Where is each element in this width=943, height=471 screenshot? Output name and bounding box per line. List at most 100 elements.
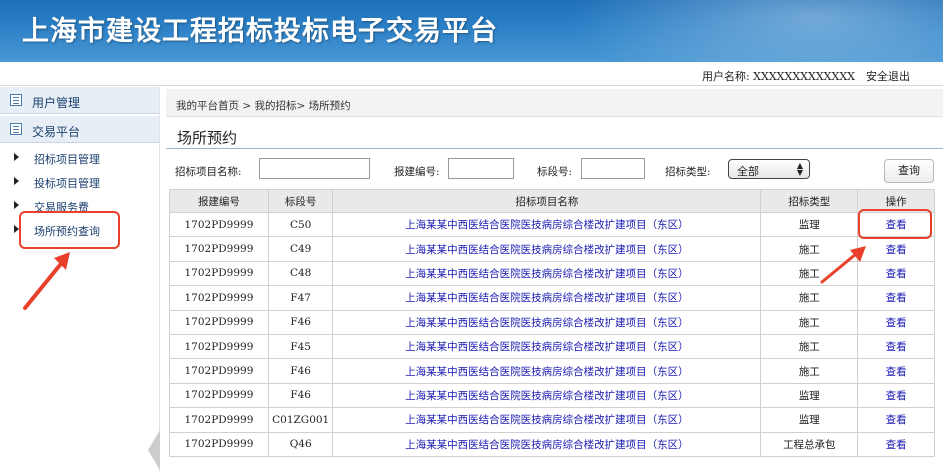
report-no-cell: 1702PD9999 xyxy=(169,358,269,384)
report-no-label: 报建编号: xyxy=(394,166,440,178)
view-link[interactable]: 查看 xyxy=(886,390,907,402)
section-no-cell: F46 xyxy=(267,382,334,409)
view-link[interactable]: 查看 xyxy=(886,366,907,378)
sidebar-section-trading-platform[interactable]: 交易平台 xyxy=(0,116,159,143)
filter-bar: 招标项目名称: 报建编号: 标段号: 招标类型: 全部 ▲ ▼ xyxy=(166,157,943,183)
booking-table: 报建编号 标段号 招标项目名称 招标类型 操作 1702PD9999 C50 上海某… xyxy=(169,189,935,457)
project-name-link[interactable]: 上海某某中西医结合医院医技病房综合楼改扩建项目（东区） xyxy=(332,358,762,384)
table-row: 1702PD9999 F46 上海某某中西医结合医院医技病房综合楼改扩建项目（东区）… xyxy=(169,358,935,384)
action-cell: 查看 xyxy=(857,431,935,457)
logout-link[interactable]: 安全退出 xyxy=(866,68,910,84)
section-no-cell: C50 xyxy=(267,211,334,238)
column-header: 招标项目名称 xyxy=(332,189,762,213)
table-row: 1702PD9999 F46 上海某某中西医结合医院医技病房综合楼改扩建项目（东区）… xyxy=(169,309,935,335)
bid-type-cell: 监理 xyxy=(760,407,859,433)
bid-type-cell: 工程总承包 xyxy=(760,431,859,457)
view-link[interactable]: 查看 xyxy=(886,414,907,426)
sidebar-section-user-management[interactable]: 用户管理 xyxy=(0,87,159,114)
page-title: 场所预约 xyxy=(177,129,238,147)
report-no-cell: 1702PD9999 xyxy=(169,211,269,238)
sidebar-item-tender-projects[interactable]: 招标项目管理 xyxy=(0,145,159,169)
view-link[interactable]: 查看 xyxy=(886,317,907,329)
annotation-highlight-action xyxy=(858,209,932,239)
section-no-input[interactable] xyxy=(581,158,645,179)
title-divider xyxy=(166,148,943,149)
action-cell: 查看 xyxy=(857,285,935,311)
user-bar: 用户名称: XXXXXXXXXXXXX 安全退出 xyxy=(0,62,943,86)
section-no-cell: C49 xyxy=(267,236,334,262)
report-no-cell: 1702PD9999 xyxy=(169,236,269,262)
project-name-link[interactable]: 上海某某中西医结合医院医技病房综合楼改扩建项目（东区） xyxy=(332,407,762,433)
annotation-arrow-icon xyxy=(23,252,70,310)
view-link[interactable]: 查看 xyxy=(886,292,907,304)
project-name-link[interactable]: 上海某某中西医结合医院医技病房综合楼改扩建项目（东区） xyxy=(332,285,762,311)
breadcrumb-bar: 我的平台首页 > 我的招标> 场所预约 xyxy=(166,89,943,117)
project-name-link[interactable]: 上海某某中西医结合医院医技病房综合楼改扩建项目（东区） xyxy=(332,309,762,335)
bid-type-cell: 施工 xyxy=(760,358,859,384)
section-no-label: 标段号: xyxy=(537,166,573,178)
action-cell: 查看 xyxy=(857,333,935,360)
action-cell: 查看 xyxy=(857,309,935,335)
table-row: 1702PD9999 C50 上海某某中西医结合医院医技病房综合楼改扩建项目（东区）… xyxy=(169,211,935,238)
bid-type-cell: 施工 xyxy=(760,309,859,335)
search-button[interactable]: 查询 xyxy=(884,159,934,183)
caret-right-icon xyxy=(14,177,19,185)
project-name-link[interactable]: 上海某某中西医结合医院医技病房综合楼改扩建项目（东区） xyxy=(332,333,762,360)
section-no-cell: F46 xyxy=(267,358,334,384)
project-name-link[interactable]: 上海某某中西医结合医院医技病房综合楼改扩建项目（东区） xyxy=(332,431,762,457)
table-header-row: 报建编号 标段号 招标项目名称 招标类型 操作 xyxy=(169,189,935,213)
caret-right-icon xyxy=(14,201,19,209)
annotation-highlight-sidebar xyxy=(19,211,120,249)
action-cell: 查看 xyxy=(857,358,935,384)
caret-right-icon xyxy=(14,153,19,161)
action-cell: 查看 xyxy=(857,407,935,433)
action-cell: 查看 xyxy=(857,382,935,409)
view-link[interactable]: 查看 xyxy=(886,244,907,256)
table-row: 1702PD9999 Q46 上海某某中西医结合医院医技病房综合楼改扩建项目（东区）… xyxy=(169,431,935,457)
section-no-cell: F47 xyxy=(267,285,334,311)
banner-glow xyxy=(563,0,943,62)
section-no-cell: C48 xyxy=(267,260,334,287)
project-name-input[interactable] xyxy=(259,158,370,179)
table-row: 1702PD9999 C01ZG001 上海某某中西医结合医院医技病房综合楼改扩建项… xyxy=(169,407,935,433)
sidebar-section-label: 交易平台 xyxy=(32,125,81,139)
project-name-link[interactable]: 上海某某中西医结合医院医技病房综合楼改扩建项目（东区） xyxy=(332,382,762,409)
bid-type-value: 全部 xyxy=(737,165,759,178)
report-no-cell: 1702PD9999 xyxy=(169,285,269,311)
project-name-link[interactable]: 上海某某中西医结合医院医技病房综合楼改扩建项目（东区） xyxy=(332,211,762,238)
section-no-cell: Q46 xyxy=(267,431,334,457)
bid-type-cell: 监理 xyxy=(760,211,859,238)
sidebar-item-bid-projects[interactable]: 投标项目管理 xyxy=(0,169,159,193)
updown-arrows-icon: ▲ ▼ xyxy=(796,161,803,177)
project-name-link[interactable]: 上海某某中西医结合医院医技病房综合楼改扩建项目（东区） xyxy=(332,260,762,287)
report-no-input[interactable] xyxy=(448,158,514,179)
project-name-link[interactable]: 上海某某中西医结合医院医技病房综合楼改扩建项目（东区） xyxy=(332,236,762,262)
report-no-cell: 1702PD9999 xyxy=(169,382,269,409)
bid-type-label: 招标类型: xyxy=(665,166,711,178)
list-icon xyxy=(10,123,22,135)
bid-type-select[interactable]: 全部 ▲ ▼ xyxy=(728,159,810,179)
table-row: 1702PD9999 F46 上海某某中西医结合医院医技病房综合楼改扩建项目（东区）… xyxy=(169,382,935,409)
sidebar-section-label: 用户管理 xyxy=(32,96,81,110)
column-header: 招标类型 xyxy=(760,189,859,213)
table-row: 1702PD9999 F47 上海某某中西医结合医院医技病房综合楼改扩建项目（东区）… xyxy=(169,285,935,311)
list-icon xyxy=(10,94,22,106)
sidebar-item-label: 招标项目管理 xyxy=(34,153,100,166)
view-link[interactable]: 查看 xyxy=(886,341,907,353)
report-no-cell: 1702PD9999 xyxy=(169,333,269,360)
view-link[interactable]: 查看 xyxy=(886,439,907,451)
report-no-cell: 1702PD9999 xyxy=(169,407,269,433)
header-banner: 上海市建设工程招标投标电子交易平台 xyxy=(0,0,943,62)
section-no-cell: C01ZG001 xyxy=(267,407,334,433)
column-header: 报建编号 xyxy=(169,189,269,213)
breadcrumb: 我的平台首页 > 我的招标> 场所预约 xyxy=(176,100,351,112)
app-title: 上海市建设工程招标投标电子交易平台 xyxy=(22,16,498,47)
sidebar-item-label: 投标项目管理 xyxy=(34,177,100,190)
table-row: 1702PD9999 F45 上海某某中西医结合医院医技病房综合楼改扩建项目（东区）… xyxy=(169,333,935,360)
username-label: 用户名称: XXXXXXXXXXXXX xyxy=(701,70,855,83)
sidebar-collapse-handle[interactable] xyxy=(148,430,160,470)
annotation-arrow-icon xyxy=(820,246,866,284)
report-no-cell: 1702PD9999 xyxy=(169,431,269,457)
report-no-cell: 1702PD9999 xyxy=(169,260,269,287)
view-link[interactable]: 查看 xyxy=(886,268,907,280)
